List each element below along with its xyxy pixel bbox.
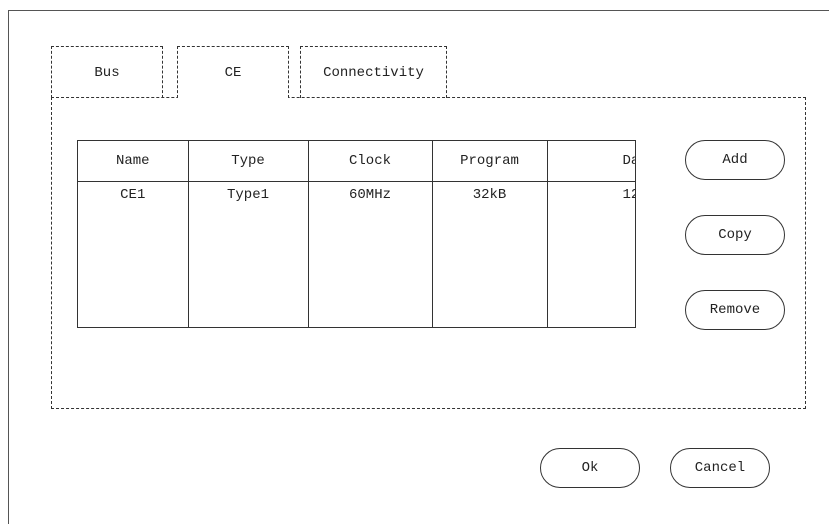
table-header-row: Name Type Clock Program Dat (78, 141, 635, 182)
table-row[interactable]: CE1 Type1 60MHz 32kB 12 (78, 181, 635, 208)
ce-table: Name Type Clock Program Dat CE1 Type1 60… (77, 140, 636, 328)
column-header-type[interactable]: Type (188, 141, 309, 182)
cancel-button[interactable]: Cancel (670, 448, 770, 488)
column-header-clock[interactable]: Clock (308, 141, 433, 182)
ce-table-grid: Name Type Clock Program Dat CE1 Type1 60… (78, 141, 635, 327)
cell-type: Type1 (188, 181, 309, 208)
tab-ce[interactable]: CE (177, 46, 289, 98)
remove-button[interactable]: Remove (685, 290, 785, 330)
tab-bus-label: Bus (94, 65, 120, 81)
cell-data: 12 (547, 181, 635, 208)
cell-program: 32kB (432, 181, 548, 208)
ok-button[interactable]: Ok (540, 448, 640, 488)
add-button[interactable]: Add (685, 140, 785, 180)
column-header-name[interactable]: Name (78, 141, 189, 182)
cell-clock: 60MHz (308, 181, 433, 208)
copy-button[interactable]: Copy (685, 215, 785, 255)
tab-connectivity[interactable]: Connectivity (300, 46, 447, 98)
column-header-data[interactable]: Dat (547, 141, 635, 182)
tab-connectivity-label: Connectivity (323, 65, 424, 81)
cell-name: CE1 (78, 181, 189, 208)
tab-bus[interactable]: Bus (51, 46, 163, 98)
table-empty-area (78, 208, 635, 327)
column-header-program[interactable]: Program (432, 141, 548, 182)
tab-ce-label: CE (224, 65, 242, 81)
